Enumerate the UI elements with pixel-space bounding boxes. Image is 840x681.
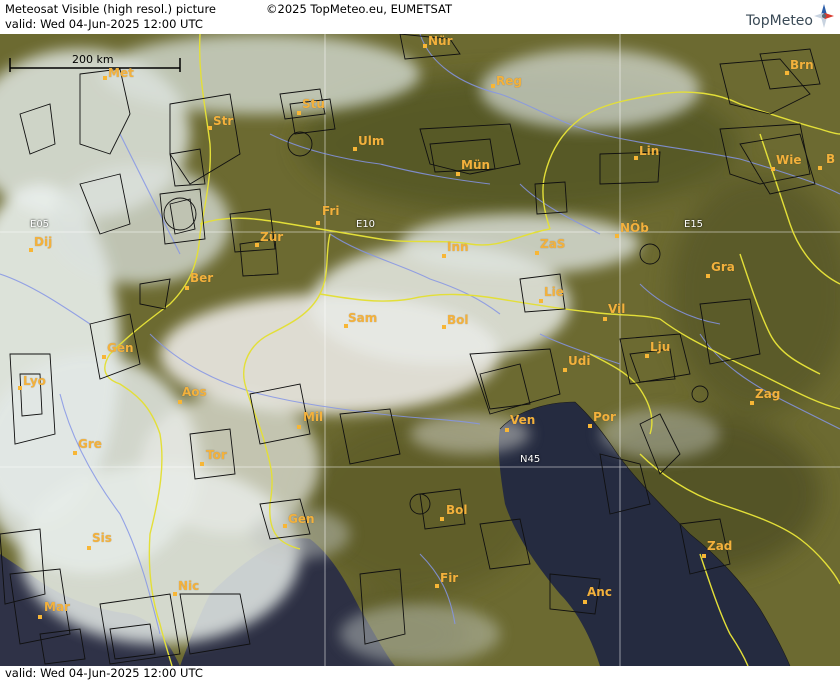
city-marker [38,615,42,619]
city-marker [818,166,822,170]
grid-label-e05: E05 [30,219,50,230]
city-marker [456,172,460,176]
city-marker [491,84,495,88]
city-label[interactable]: Str [213,114,233,128]
city-marker [785,71,789,75]
city-label[interactable]: Zür [260,230,283,244]
scale-bar-label: 200 km [72,53,114,66]
city-marker [255,243,259,247]
city-marker [208,126,212,130]
city-label[interactable]: Bol [446,503,468,517]
city-marker [297,111,301,115]
city-label[interactable]: Wie [776,153,802,167]
city-label[interactable]: Mar [44,600,70,614]
city-marker [29,248,33,252]
city-marker [440,517,444,521]
city-label[interactable]: Mün [461,158,490,172]
city-label[interactable]: Gen [107,341,134,355]
city-label[interactable]: Aos [182,385,207,399]
city-label[interactable]: Anc [587,585,612,599]
city-marker [645,354,649,358]
city-marker [634,156,638,160]
city-label[interactable]: Lju [650,340,670,354]
city-marker [583,600,587,604]
city-label[interactable]: Lyo [23,374,46,388]
city-marker [750,401,754,405]
grid-label-e10: E10 [356,219,376,230]
copyright-text: ©2025 TopMeteo.eu, EUMETSAT [266,2,452,16]
city-marker [588,424,592,428]
city-label[interactable]: Tor [206,448,227,462]
city-label[interactable]: Sis [92,531,112,545]
topmeteo-logo-text[interactable]: TopMeteo [746,13,813,29]
city-marker [297,425,301,429]
city-marker [505,428,509,432]
city-marker [353,147,357,151]
city-label[interactable]: Por [593,410,616,424]
grid-label-e15: E15 [684,219,704,230]
city-label[interactable]: Inn [447,240,469,254]
city-marker [423,44,427,48]
city-marker [442,325,446,329]
satellite-image[interactable]: 200 km E05 E10 E15 N45 Nür Met Reg Brn S… [0,33,840,674]
city-marker [615,234,619,238]
city-label[interactable]: Met [108,66,134,80]
city-marker [771,167,775,171]
header-bar: Meteosat Visible (high resol.) picture ©… [0,0,840,34]
city-label[interactable]: Mil [303,410,323,424]
city-marker [18,386,22,390]
city-label[interactable]: Gre [78,437,102,451]
city-label[interactable]: NÖb [620,221,649,235]
city-label[interactable]: Gra [711,260,735,274]
city-marker [706,274,710,278]
city-marker [200,462,204,466]
satellite-map-page: 200 km E05 E10 E15 N45 Nür Met Reg Brn S… [0,0,840,681]
valid-time: valid: Wed 04-Jun-2025 12:00 UTC [5,17,203,31]
city-label[interactable]: ZaS [540,237,565,251]
city-marker [316,221,320,225]
city-label[interactable]: Ber [190,271,213,285]
city-marker [103,76,107,80]
city-marker [102,355,106,359]
city-label[interactable]: Dij [34,235,52,249]
city-label[interactable]: Zag [755,387,780,401]
compass-icon[interactable] [812,2,836,30]
city-marker [539,299,543,303]
city-label[interactable]: Lin [639,144,659,158]
footer-bar: valid: Wed 04-Jun-2025 12:00 UTC [0,666,840,681]
city-marker [87,546,91,550]
city-label[interactable]: Bol [447,313,469,327]
city-label[interactable]: Stu [302,97,325,111]
city-marker [563,368,567,372]
city-marker [178,400,182,404]
city-marker [173,592,177,596]
city-label[interactable]: Fri [322,204,339,218]
city-label[interactable]: Nic [178,579,199,593]
city-label[interactable]: Fir [440,571,458,585]
footer-valid-time: valid: Wed 04-Jun-2025 12:00 UTC [5,666,203,680]
city-marker [442,254,446,258]
city-label[interactable]: Brn [790,58,814,72]
city-label[interactable]: Reg [496,74,522,88]
city-label[interactable]: B [826,152,835,166]
city-marker [283,524,287,528]
city-marker [603,317,607,321]
grid-label-n45: N45 [520,454,541,465]
city-label[interactable]: Sam [348,311,377,325]
image-title: Meteosat Visible (high resol.) picture [5,2,216,16]
city-marker [185,286,189,290]
city-marker [702,554,706,558]
city-label[interactable]: Zad [707,539,732,553]
city-label[interactable]: Ven [510,413,535,427]
city-marker [435,584,439,588]
city-marker [535,251,539,255]
city-label[interactable]: Udi [568,354,590,368]
city-label[interactable]: Gen [288,512,315,526]
city-label[interactable]: Vil [608,302,625,316]
city-marker [73,451,77,455]
city-label[interactable]: Nür [428,34,453,48]
city-label[interactable]: Ulm [358,134,384,148]
city-label[interactable]: Lie [544,285,564,299]
